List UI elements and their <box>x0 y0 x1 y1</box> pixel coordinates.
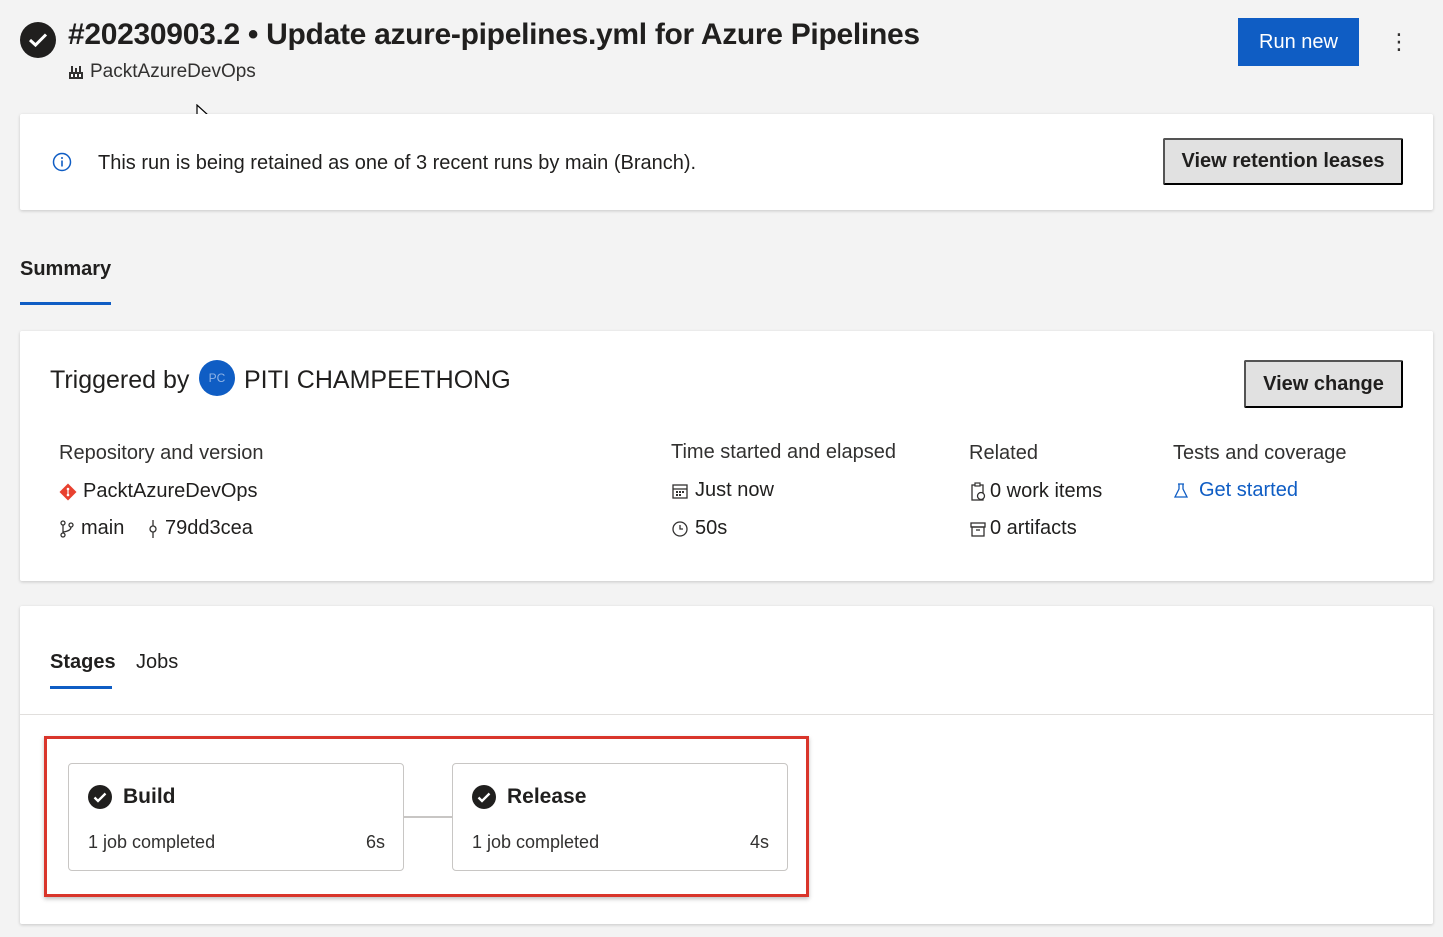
project-link[interactable]: PacktAzureDevOps <box>68 61 256 83</box>
triggered-by-label: Triggered by <box>50 366 190 394</box>
more-actions-icon[interactable]: ⋮ <box>1385 28 1413 56</box>
branch-name: main <box>81 517 125 539</box>
commit-icon <box>147 519 159 539</box>
stage-connector <box>404 816 452 818</box>
work-items-value: 0 work items <box>990 480 1103 502</box>
repository-link[interactable]: PacktAzureDevOps <box>59 480 258 503</box>
stage-duration: 4s <box>749 832 769 852</box>
calendar-icon <box>671 482 689 500</box>
get-started-label: Get started <box>1199 479 1298 501</box>
beaker-icon <box>1173 482 1189 500</box>
run-title: #20230903.2 • Update azure-pipelines.yml… <box>68 18 920 51</box>
stage-description: 1 job completed <box>472 832 600 852</box>
stage-name: Release <box>507 785 587 808</box>
time-elapsed-value: 50s <box>695 517 728 539</box>
commit-link[interactable]: 79dd3cea <box>147 517 253 540</box>
stage-name: Build <box>123 785 176 808</box>
artifacts-link[interactable]: 0 artifacts <box>969 517 1077 540</box>
stage-release[interactable]: Release 1 job completed 4s <box>452 763 788 871</box>
time-heading: Time started and elapsed <box>671 441 896 463</box>
project-name: PacktAzureDevOps <box>90 61 256 82</box>
stage-description: 1 job completed <box>88 832 216 852</box>
related-heading: Related <box>969 442 1038 464</box>
retention-message: This run is being retained as one of 3 r… <box>98 152 697 174</box>
trigger-user-name[interactable]: PITI CHAMPEETHONG <box>244 366 511 395</box>
stage-duration: 6s <box>365 832 385 852</box>
stage-build[interactable]: Build 1 job completed 6s <box>68 763 404 871</box>
repository-name: PacktAzureDevOps <box>83 480 258 502</box>
tests-heading: Tests and coverage <box>1173 442 1347 464</box>
git-repo-icon <box>59 483 77 501</box>
stages-card: Stages Jobs Build 1 job completed 6s Rel… <box>20 606 1433 924</box>
run-header: #20230903.2 • Update azure-pipelines.yml… <box>0 0 1443 100</box>
time-elapsed: 50s <box>671 517 727 540</box>
tab-stages[interactable]: Stages <box>50 651 116 674</box>
tab-jobs[interactable]: Jobs <box>136 651 178 674</box>
work-items-link[interactable]: 0 work items <box>969 480 1102 503</box>
tab-summary[interactable]: Summary <box>20 258 111 281</box>
success-check-icon <box>88 785 112 809</box>
repository-heading: Repository and version <box>59 442 264 464</box>
avatar: PC <box>199 360 235 396</box>
summary-card: Triggered by PC PITI CHAMPEETHONG View c… <box>20 331 1433 581</box>
run-new-button[interactable]: Run new <box>1238 18 1359 66</box>
success-status-icon <box>20 22 56 58</box>
tab-stages-underline <box>50 686 112 689</box>
time-started-value: Just now <box>695 479 774 501</box>
view-retention-leases-button[interactable]: View retention leases <box>1163 138 1403 185</box>
branch-link[interactable]: main <box>59 517 124 540</box>
info-icon <box>52 152 72 177</box>
view-change-button[interactable]: View change <box>1244 360 1403 408</box>
tab-summary-underline <box>20 302 111 305</box>
time-started: Just now <box>671 479 774 502</box>
commit-id: 79dd3cea <box>165 517 253 539</box>
divider <box>20 714 1433 715</box>
success-check-icon <box>472 785 496 809</box>
get-started-link[interactable]: Get started <box>1173 479 1298 502</box>
artifacts-value: 0 artifacts <box>990 517 1077 539</box>
branch-icon <box>59 519 75 538</box>
clock-icon <box>671 520 689 538</box>
retention-banner: This run is being retained as one of 3 r… <box>20 114 1433 210</box>
pipeline-icon <box>68 64 84 80</box>
work-items-icon <box>969 481 987 502</box>
artifacts-icon <box>969 520 987 538</box>
